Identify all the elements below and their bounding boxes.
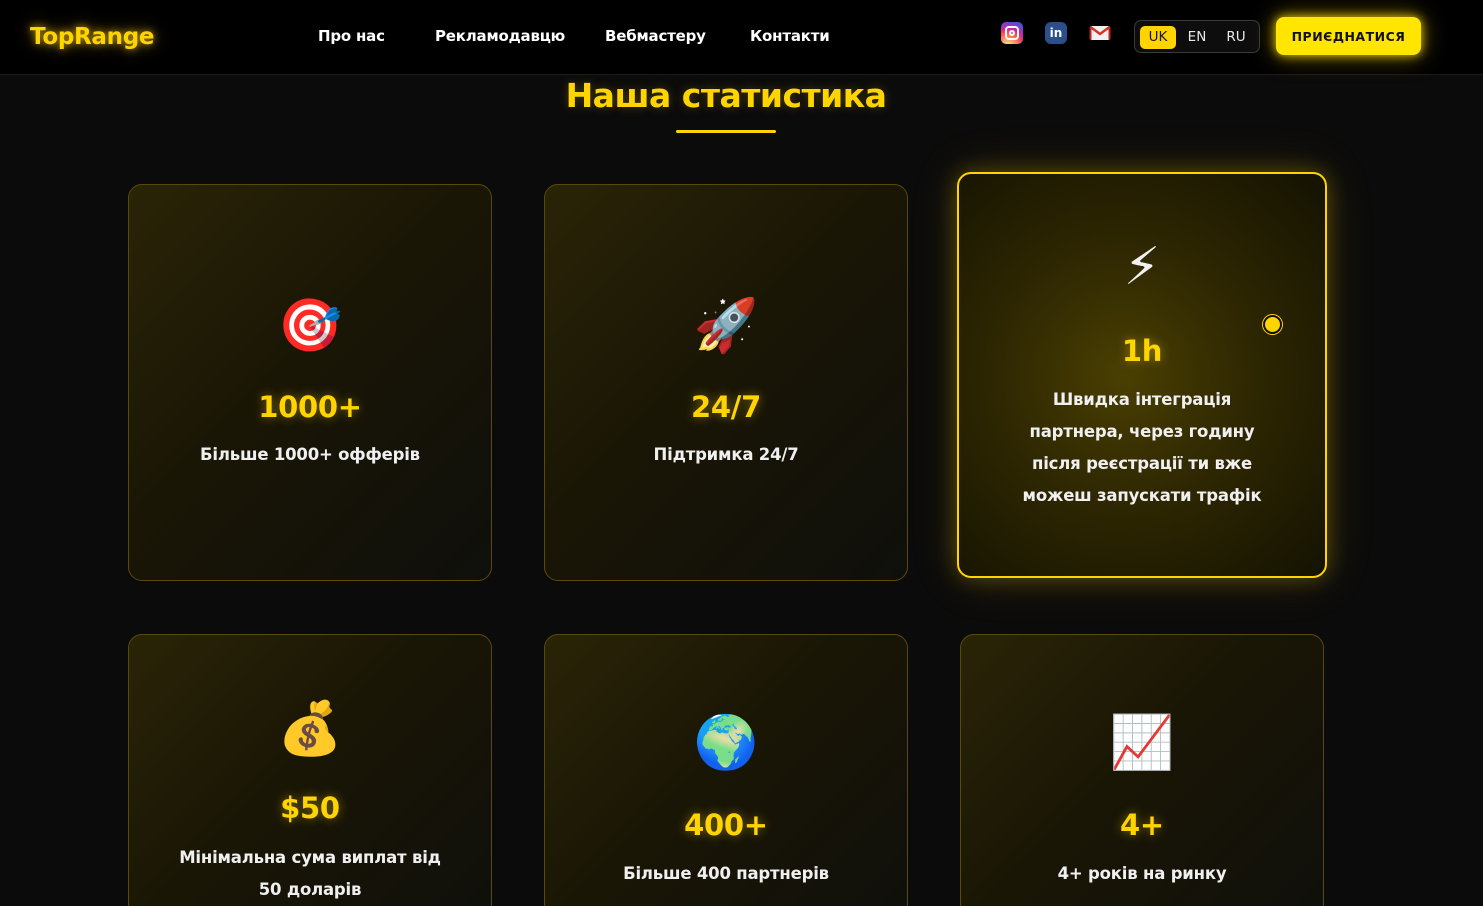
globe-icon: 🌍 (693, 713, 759, 773)
stat-description: Більше 1000+ офферів (200, 445, 420, 464)
stat-value: 1000+ (258, 390, 362, 424)
lang-option-en[interactable]: EN (1180, 26, 1214, 49)
stat-value: 1h (1121, 334, 1163, 368)
logo[interactable]: TopRange (30, 24, 154, 50)
money-bag-icon: 💰 (277, 699, 343, 759)
site-header: TopRange Про нас Рекламодавцю Вебмастеру… (0, 0, 1483, 75)
stat-card-support[interactable]: 🚀 24/7 Підтримка 24/7 (544, 184, 908, 581)
stat-description: Мінімальна сума виплат від 50 доларів (179, 848, 441, 899)
lightning-icon: ⚡ (1123, 237, 1161, 297)
chart-increasing-icon: 📈 (1109, 713, 1175, 773)
gmail-icon[interactable] (1089, 22, 1111, 44)
join-button[interactable]: ПРИЄДНАТИСЯ (1276, 17, 1421, 55)
stat-value: 4+ (1120, 808, 1164, 842)
language-switcher: UK EN RU (1134, 20, 1260, 53)
stat-value: 24/7 (691, 390, 761, 424)
rocket-icon: 🚀 (693, 296, 759, 356)
stat-card-offers[interactable]: 🎯 1000+ Більше 1000+ офферів (128, 184, 492, 581)
lang-option-uk[interactable]: UK (1140, 26, 1176, 49)
target-icon: 🎯 (277, 296, 343, 356)
section-title: Наша статистика (565, 76, 887, 115)
stat-description: Підтримка 24/7 (653, 445, 799, 464)
nav-link-advertiser[interactable]: Рекламодавцю (435, 27, 565, 45)
stat-card-years[interactable]: 📈 4+ 4+ років на ринку (960, 634, 1324, 906)
nav-link-about[interactable]: Про нас (318, 27, 385, 45)
title-underline (676, 130, 776, 133)
cursor-dot (1263, 315, 1282, 334)
stat-card-payout[interactable]: 💰 $50 Мінімальна сума виплат від 50 дола… (128, 634, 492, 906)
stat-description: Більше 400 партнерів (623, 864, 829, 883)
stat-description: Швидка інтеграція партнера, через годину… (1022, 390, 1262, 505)
stat-card-partners[interactable]: 🌍 400+ Більше 400 партнерів (544, 634, 908, 906)
stat-card-integration[interactable]: ⚡ 1h Швидка інтеграція партнера, через г… (957, 172, 1327, 578)
linkedin-icon[interactable]: in (1045, 22, 1067, 44)
stat-value: $50 (280, 791, 340, 825)
nav-link-webmaster[interactable]: Вебмастеру (605, 27, 706, 45)
instagram-icon[interactable] (1001, 22, 1023, 44)
stat-value: 400+ (684, 808, 768, 842)
lang-option-ru[interactable]: RU (1219, 26, 1253, 49)
nav-link-contacts[interactable]: Контакти (750, 27, 830, 45)
stat-description: 4+ років на ринку (1057, 864, 1227, 883)
